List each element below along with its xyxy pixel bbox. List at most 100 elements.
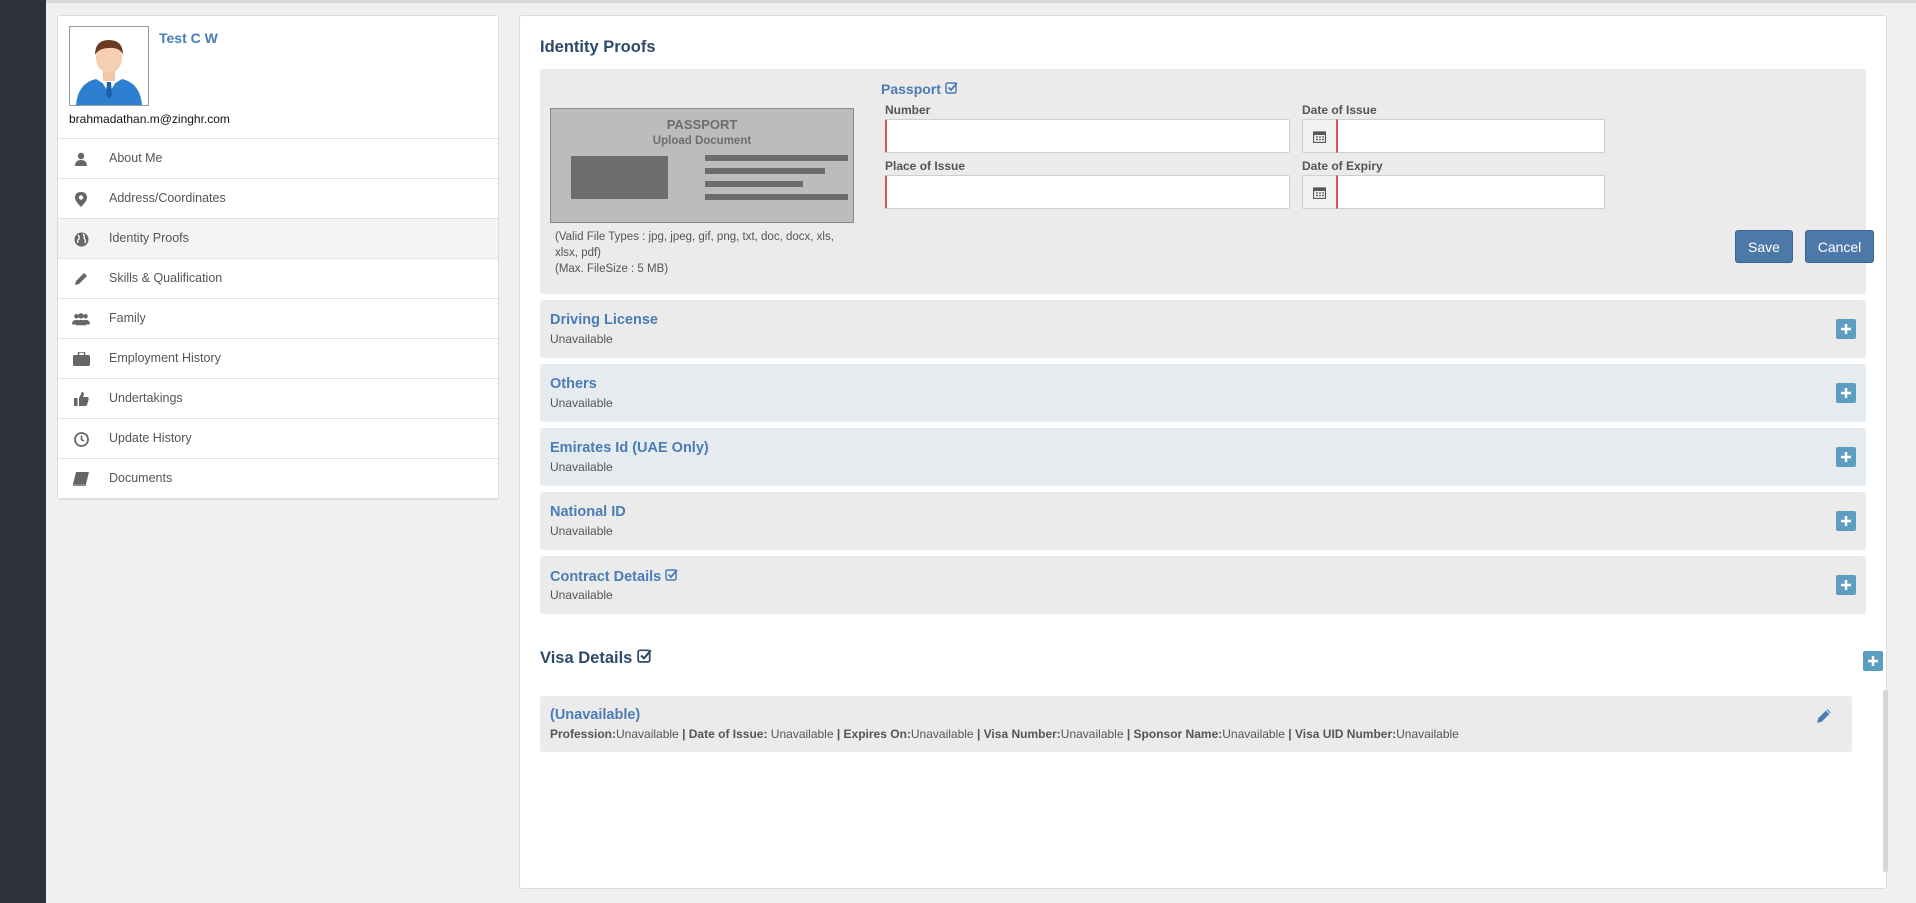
menu-label: Identity Proofs: [109, 231, 189, 245]
section-title: Others: [550, 376, 597, 392]
menu-label: Family: [109, 311, 146, 325]
visa-entry: (Unavailable) Profession:Unavailable | D…: [540, 696, 1852, 752]
briefcase-icon: [72, 350, 90, 368]
place-of-issue-label: Place of Issue: [885, 159, 966, 173]
passport-upload-area[interactable]: PASSPORT Upload Document: [550, 108, 854, 223]
visa-details-heading: Visa Details: [540, 648, 652, 668]
profile-email: brahmadathan.m@zinghr.com: [69, 112, 230, 126]
add-visa-plus-icon[interactable]: [1863, 651, 1883, 671]
menu-item-update-history[interactable]: Update History: [58, 419, 498, 459]
placeholder-line: [705, 168, 825, 174]
profile-name[interactable]: Test C W: [159, 30, 218, 46]
user-icon: [72, 150, 90, 168]
globe-icon: [72, 230, 90, 248]
page-title: Identity Proofs: [540, 38, 656, 56]
checkbox-checked-icon: [945, 81, 958, 97]
place-of-issue-input[interactable]: [885, 175, 1290, 209]
date-of-issue-input[interactable]: [1336, 119, 1605, 153]
profile-header: Test C W brahmadathan.m@zinghr.com: [58, 16, 498, 139]
menu-item-skills[interactable]: Skills & Qualification: [58, 259, 498, 299]
file-types-note: (Valid File Types : jpg, jpeg, gif, png,…: [555, 231, 834, 259]
visa-field-label: | Sponsor Name:: [1126, 727, 1223, 741]
identity-proofs-panel: Identity Proofs PASSPORT Upload Document…: [519, 15, 1888, 889]
visa-entry-title: (Unavailable): [550, 707, 641, 723]
pencil-icon: [72, 270, 90, 288]
section-status: Unavailable: [550, 332, 613, 346]
cancel-button[interactable]: Cancel: [1805, 230, 1874, 263]
passport-card-title: PASSPORT: [666, 117, 738, 132]
upload-document-label: Upload Document: [652, 135, 752, 147]
menu-item-identity-proofs[interactable]: Identity Proofs: [58, 219, 498, 259]
section-status: Unavailable: [550, 588, 613, 602]
number-label: Number: [885, 103, 931, 117]
visa-field-value: Unavailable: [1060, 727, 1124, 741]
section-status: Unavailable: [550, 396, 613, 410]
scrollbar[interactable]: [1883, 690, 1888, 872]
menu-label: Documents: [109, 471, 173, 485]
edit-pencil-icon[interactable]: [1816, 708, 1834, 726]
avatar[interactable]: [69, 26, 149, 106]
section-contract-details[interactable]: Contract Details Unavailable: [540, 556, 1866, 614]
section-status: Unavailable: [550, 524, 613, 538]
menu-label: Update History: [109, 431, 192, 445]
visa-field-value: Unavailable: [616, 727, 679, 741]
menu-item-documents[interactable]: Documents: [58, 459, 498, 499]
visa-details-title: Visa Details: [540, 648, 633, 667]
upload-note: (Valid File Types : jpg, jpeg, gif, png,…: [555, 229, 855, 277]
save-button[interactable]: Save: [1735, 230, 1793, 263]
visa-field-label: | Visa Number:: [976, 727, 1061, 741]
section-driving-license[interactable]: Driving License Unavailable: [540, 300, 1866, 358]
book-icon: [72, 470, 90, 488]
visa-field-value: Unavailable: [1396, 727, 1459, 741]
visa-field-label: | Visa UID Number:: [1288, 727, 1397, 741]
calendar-icon[interactable]: [1302, 119, 1336, 153]
plus-icon[interactable]: [1836, 575, 1856, 595]
visa-field-label: | Date of Issue:: [682, 727, 768, 741]
visa-field-value: Unavailable: [767, 727, 837, 741]
checkbox-checked-icon: [665, 568, 678, 585]
menu-item-undertakings[interactable]: Undertakings: [58, 379, 498, 419]
date-of-issue-label: Date of Issue: [1302, 103, 1377, 117]
section-title-wrap: Contract Details: [550, 568, 678, 585]
menu-item-address[interactable]: Address/Coordinates: [58, 179, 498, 219]
menu-label: About Me: [109, 151, 163, 165]
map-marker-icon: [72, 190, 90, 208]
section-title: Driving License: [550, 312, 658, 328]
date-of-expiry-label: Date of Expiry: [1302, 159, 1383, 173]
menu-item-about-me[interactable]: About Me: [58, 139, 498, 179]
passport-heading-label: Passport: [881, 81, 941, 97]
plus-icon[interactable]: [1836, 511, 1856, 531]
menu-label: Undertakings: [109, 391, 183, 405]
calendar-icon[interactable]: [1302, 175, 1336, 209]
date-of-expiry-input[interactable]: [1336, 175, 1605, 209]
section-others[interactable]: Others Unavailable: [540, 364, 1866, 422]
passport-number-input[interactable]: [885, 119, 1290, 153]
placeholder-line: [705, 155, 848, 161]
file-size-note: (Max. FileSize : 5 MB): [555, 263, 669, 275]
users-icon: [72, 310, 90, 328]
visa-field-label: Profession:: [550, 727, 617, 741]
passport-heading[interactable]: Passport: [881, 81, 958, 97]
section-title: Contract Details: [550, 568, 662, 585]
placeholder-line: [705, 194, 848, 200]
clock-icon: [72, 430, 90, 448]
passport-form: PASSPORT Upload Document (Valid File Typ…: [540, 69, 1874, 294]
visa-entry-details: Profession:Unavailable | Date of Issue: …: [550, 727, 1459, 741]
section-status: Unavailable: [550, 460, 613, 474]
passport-photo-placeholder: [571, 156, 668, 199]
plus-icon[interactable]: [1836, 383, 1856, 403]
section-national-id[interactable]: National ID Unavailable: [540, 492, 1866, 550]
checkbox-checked-icon: [637, 648, 652, 668]
menu-item-employment-history[interactable]: Employment History: [58, 339, 498, 379]
plus-icon[interactable]: [1836, 319, 1856, 339]
top-divider: [46, 0, 1916, 3]
plus-icon[interactable]: [1836, 447, 1856, 467]
menu-item-family[interactable]: Family: [58, 299, 498, 339]
visa-field-label: | Expires On:: [836, 727, 911, 741]
profile-panel: Test C W brahmadathan.m@zinghr.com About…: [57, 15, 499, 500]
thumbs-up-icon: [72, 390, 90, 408]
section-title: National ID: [550, 504, 626, 520]
date-of-expiry-field: [1302, 175, 1605, 209]
menu-label: Employment History: [109, 351, 221, 365]
section-emirates-id[interactable]: Emirates Id (UAE Only) Unavailable: [540, 428, 1866, 486]
